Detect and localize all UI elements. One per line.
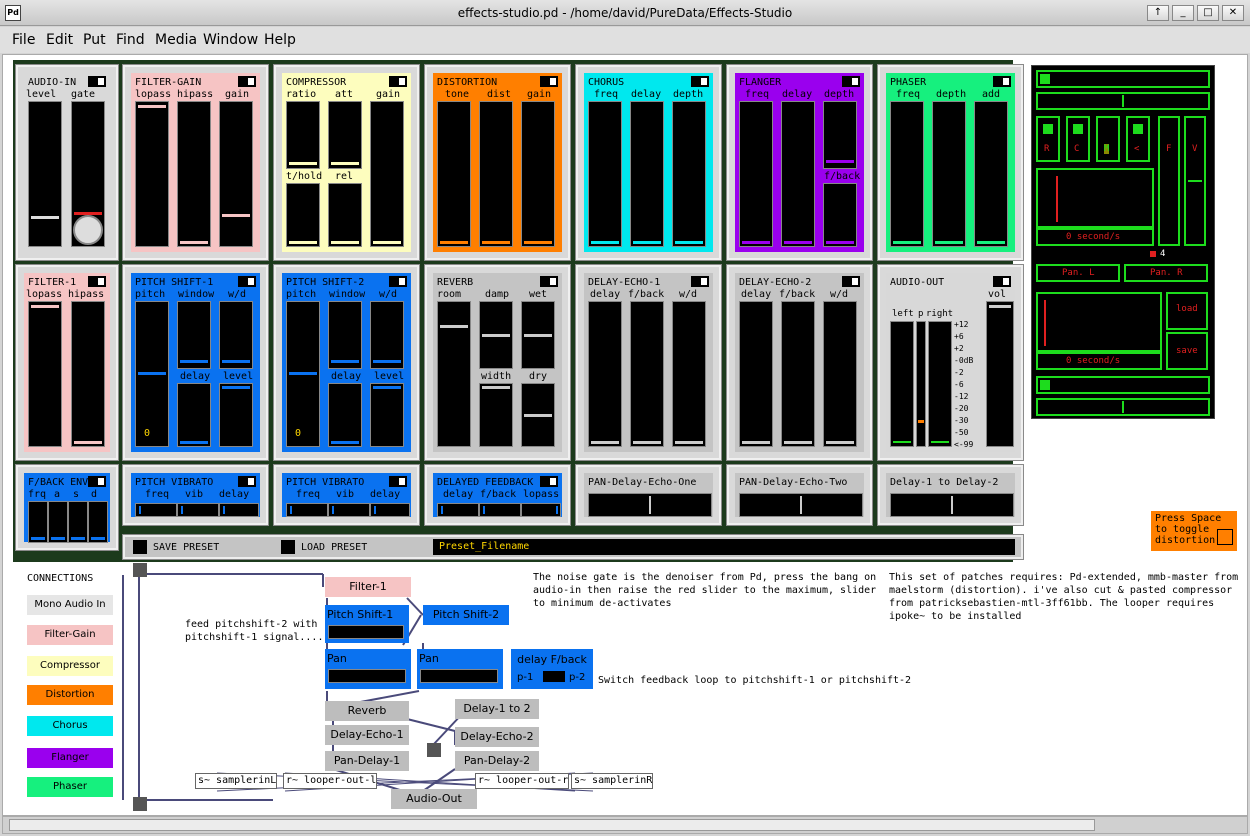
connections-title: CONNECTIONS xyxy=(27,573,94,584)
menu-help[interactable]: Help xyxy=(264,32,296,48)
conn-distortion[interactable]: Distortion xyxy=(27,685,113,705)
conn-filter-gain[interactable]: Filter-Gain xyxy=(27,625,113,645)
patch-pitch-shift-1[interactable]: Pitch Shift-1 xyxy=(325,605,409,643)
comment-switch-feedback: Switch feedback loop to pitchshift-1 or … xyxy=(598,675,912,686)
patch-delay-echo-2[interactable]: Delay-Echo-2 xyxy=(455,727,539,747)
obj-send-samplerinL[interactable]: s~ samplerinL xyxy=(195,773,277,789)
menu-media[interactable]: Media xyxy=(155,32,197,48)
patch-block xyxy=(427,743,441,757)
maximize-button[interactable]: □ xyxy=(1197,5,1219,21)
menu-find[interactable]: Find xyxy=(116,32,145,48)
patch-delay-1-to-2[interactable]: Delay-1 to 2 xyxy=(455,699,539,719)
menu-edit[interactable]: Edit xyxy=(46,32,73,48)
comment-noise-gate: The noise gate is the denoiser from Pd, … xyxy=(533,572,877,609)
menu-file[interactable]: File xyxy=(12,32,35,48)
inlet-block xyxy=(133,563,147,577)
conn-chorus[interactable]: Chorus xyxy=(27,716,113,736)
menu-put[interactable]: Put xyxy=(83,32,106,48)
conn-compressor[interactable]: Compressor xyxy=(27,656,113,676)
patch-cords xyxy=(122,573,594,801)
patch-pan-delay-1[interactable]: Pan-Delay-1 xyxy=(325,751,409,771)
title-bar: Pd effects-studio.pd - /home/david/PureD… xyxy=(0,0,1250,26)
patch-pan-delay-2[interactable]: Pan-Delay-2 xyxy=(455,751,539,771)
patch-delay-fback[interactable]: delay F/back p-1 p-2 xyxy=(511,649,593,689)
menu-window[interactable]: Window xyxy=(203,32,258,48)
patch-pan-1[interactable]: Pan xyxy=(325,649,411,689)
patch-pan-2[interactable]: Pan xyxy=(417,649,503,689)
comment-feed-pitchshift: feed pitchshift-2 with pitchshift-1 sign… xyxy=(185,619,324,643)
horizontal-scrollbar[interactable] xyxy=(2,816,1248,834)
minimize-button[interactable]: _ xyxy=(1172,5,1194,21)
shade-button[interactable]: ↑ xyxy=(1147,5,1169,21)
patch-filter-1[interactable]: Filter-1 xyxy=(325,577,411,597)
conn-flanger[interactable]: Flanger xyxy=(27,748,113,768)
obj-send-samplerinR[interactable]: s~ samplerinR xyxy=(571,773,653,789)
patch-audio-out[interactable]: Audio-Out xyxy=(391,789,477,809)
menu-bar: File Edit Put Find Media Window Help xyxy=(0,27,1250,53)
patch-canvas: AUDIO-IN level gate FILTER-GAIN lopass h… xyxy=(2,54,1248,816)
obj-receive-looper-out-r[interactable]: r~ looper-out-r xyxy=(475,773,569,789)
comment-requirements: This set of patches requires: Pd-extende… xyxy=(889,572,1239,622)
patch-delay-echo-1[interactable]: Delay-Echo-1 xyxy=(325,725,409,745)
obj-receive-looper-out-l[interactable]: r~ looper-out-l xyxy=(283,773,377,789)
scrollbar-thumb[interactable] xyxy=(9,819,1095,831)
patch-reverb[interactable]: Reverb xyxy=(325,701,409,721)
patch-pitch-shift-2[interactable]: Pitch Shift-2 xyxy=(423,605,509,625)
outlet-block xyxy=(133,797,147,811)
close-button[interactable]: ✕ xyxy=(1222,5,1244,21)
window-title: effects-studio.pd - /home/david/PureData… xyxy=(457,6,793,20)
conn-phaser[interactable]: Phaser xyxy=(27,777,113,797)
conn-mono-audio-in[interactable]: Mono Audio In xyxy=(27,595,113,615)
